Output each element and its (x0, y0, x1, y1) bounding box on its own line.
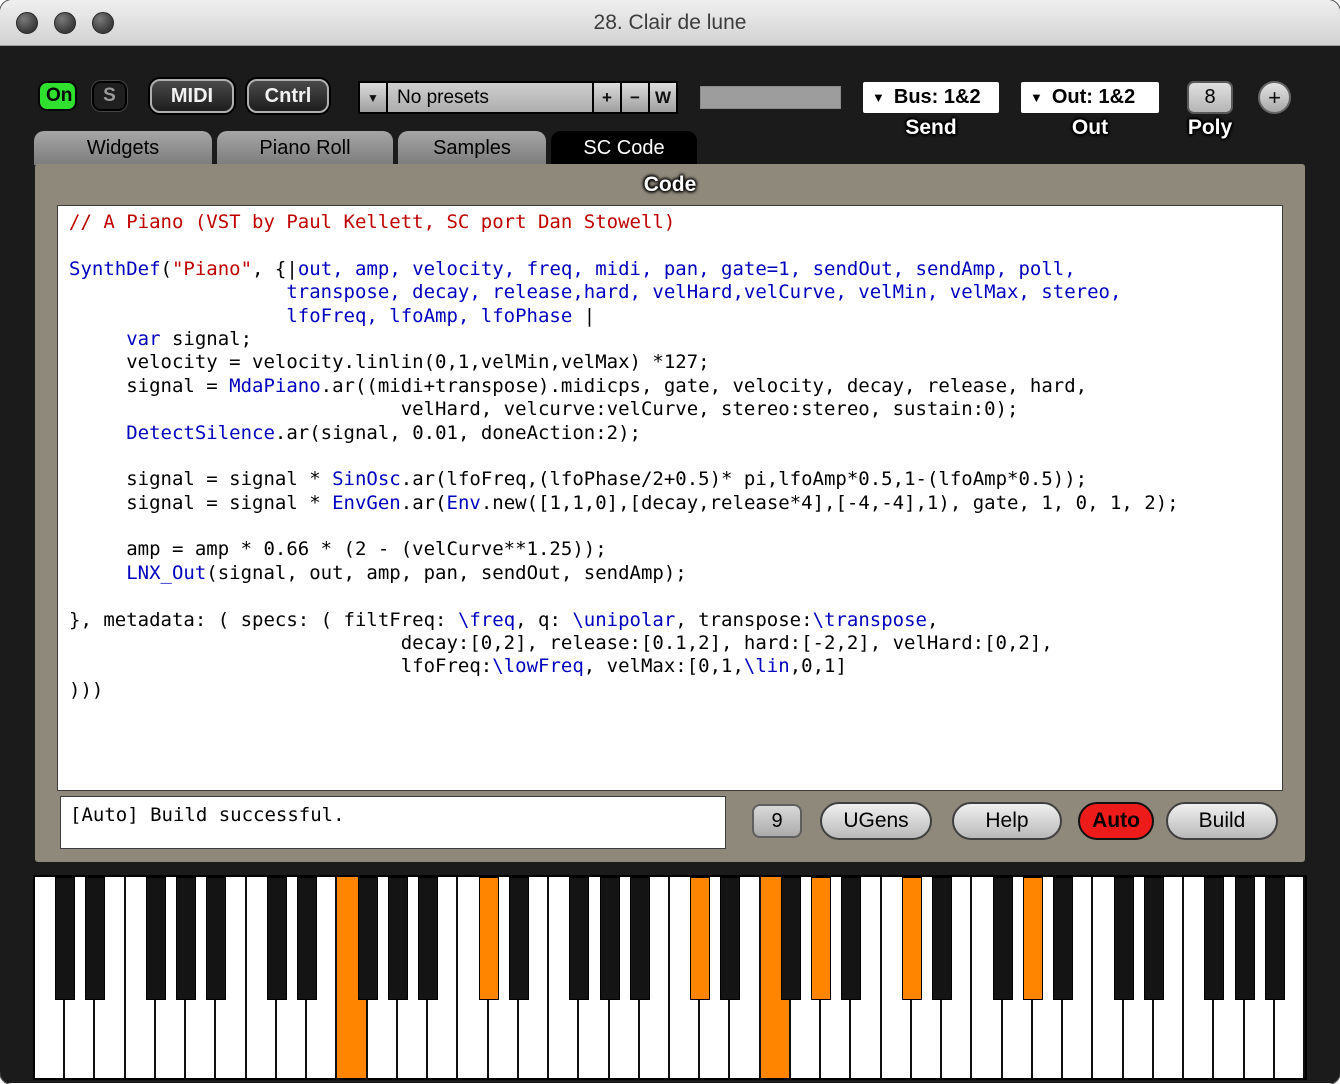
preset-display[interactable]: No presets (388, 83, 592, 112)
black-key-after-white-26[interactable] (841, 877, 861, 1000)
dropdown-arrow-icon: ▼ (872, 90, 885, 105)
ugens-button[interactable]: UGens (820, 802, 932, 840)
code-line: var signal; (69, 328, 1282, 351)
code-line: velHard, velcurve:velCurve, stereo:stere… (69, 398, 1282, 421)
out-select[interactable]: ▼ Out: 1&2 (1020, 81, 1160, 114)
black-key-after-white-3[interactable] (146, 877, 166, 1000)
black-key-after-white-39[interactable] (1235, 877, 1255, 1000)
black-key-after-white-29[interactable] (932, 877, 952, 1000)
code-line: signal = signal * SinOsc.ar(lfoFreq,(lfo… (69, 468, 1282, 491)
solo-button[interactable]: S (92, 81, 127, 111)
code-line: LNX_Out(signal, out, amp, pan, sendOut, … (69, 562, 1282, 585)
black-key-after-white-15[interactable] (509, 877, 529, 1000)
black-key-after-white-24[interactable] (781, 877, 801, 1000)
on-button[interactable]: On (38, 81, 77, 111)
send-label: Send (862, 116, 1000, 140)
out-label: Out (1020, 116, 1160, 140)
black-key-after-white-31[interactable] (993, 877, 1013, 1000)
help-button[interactable]: Help (952, 802, 1062, 840)
tab-samples[interactable]: Samples (397, 130, 547, 165)
tab-piano-roll[interactable]: Piano Roll (216, 130, 394, 165)
history-count-button[interactable]: 9 (752, 804, 802, 838)
code-line (69, 445, 1282, 468)
piano-keyboard[interactable] (33, 875, 1307, 1080)
black-key-after-white-17[interactable] (569, 877, 589, 1000)
code-line: lfoFreq:\lowFreq, velMax:[0,1,\lin,0,1] (69, 655, 1282, 678)
bus-select[interactable]: ▼ Bus: 1&2 (862, 81, 1000, 114)
black-key-after-white-35[interactable] (1114, 877, 1134, 1000)
build-status: [Auto] Build successful. (60, 796, 726, 849)
code-line: }, metadata: ( specs: ( filtFreq: \freq,… (69, 609, 1282, 632)
code-line (69, 515, 1282, 538)
black-key-after-white-8[interactable] (297, 877, 317, 1000)
poly-label: Poly (1168, 116, 1252, 140)
code-line: // A Piano (VST by Paul Kellett, SC port… (69, 211, 1282, 234)
black-key-after-white-14[interactable] (479, 877, 499, 1000)
black-key-after-white-12[interactable] (418, 877, 438, 1000)
black-key-after-white-38[interactable] (1204, 877, 1224, 1000)
code-line: transpose, decay, release,hard, velHard,… (69, 281, 1282, 304)
black-key-after-white-40[interactable] (1265, 877, 1285, 1000)
code-line (69, 234, 1282, 257)
black-key-after-white-21[interactable] (690, 877, 710, 1000)
code-line: velocity = velocity.linlin(0,1,velMin,ve… (69, 351, 1282, 374)
window-title: 28. Clair de lune (0, 0, 1340, 46)
info-display (700, 86, 841, 109)
sc-code-panel: Code // A Piano (VST by Paul Kellett, SC… (35, 164, 1305, 862)
black-key-after-white-28[interactable] (902, 877, 922, 1000)
black-key-after-white-11[interactable] (388, 877, 408, 1000)
code-line: SynthDef("Piano", {|out, amp, velocity, … (69, 258, 1282, 281)
add-instrument-button[interactable]: + (1258, 81, 1291, 114)
bus-value: Bus: 1&2 (894, 86, 981, 109)
code-line: signal = MdaPiano.ar((midi+transpose).mi… (69, 375, 1282, 398)
black-key-after-white-36[interactable] (1144, 877, 1164, 1000)
black-key-after-white-19[interactable] (630, 877, 650, 1000)
black-key-after-white-10[interactable] (358, 877, 378, 1000)
black-key-after-white-4[interactable] (176, 877, 196, 1000)
black-key-after-white-32[interactable] (1023, 877, 1043, 1000)
code-line: DetectSilence.ar(signal, 0.01, doneActio… (69, 422, 1282, 445)
app-window: 28. Clair de lune On S MIDI Cntrl ▼ No p… (0, 0, 1340, 1084)
dropdown-arrow-icon: ▼ (1030, 90, 1043, 105)
code-line: lfoFreq, lfoAmp, lfoPhase | (69, 305, 1282, 328)
dropdown-arrow-icon: ▼ (367, 91, 379, 105)
code-editor[interactable]: // A Piano (VST by Paul Kellett, SC port… (57, 205, 1283, 791)
code-line: ))) (69, 679, 1282, 702)
tab-sc-code[interactable]: SC Code (550, 130, 698, 165)
preset-add-button[interactable]: + (594, 83, 620, 112)
black-key-after-white-25[interactable] (811, 877, 831, 1000)
black-key-after-white-1[interactable] (85, 877, 105, 1000)
code-line (69, 585, 1282, 608)
code-line: decay:[0,2], release:[0.1,2], hard:[-2,2… (69, 632, 1282, 655)
code-line: signal = signal * EnvGen.ar(Env.new([1,1… (69, 492, 1282, 515)
window-titlebar: 28. Clair de lune (0, 0, 1340, 46)
window-body: On S MIDI Cntrl ▼ No presets + − W ▼ Bus… (0, 46, 1340, 1083)
cntrl-button[interactable]: Cntrl (247, 79, 329, 113)
black-key-after-white-22[interactable] (720, 877, 740, 1000)
black-key-after-white-7[interactable] (267, 877, 287, 1000)
black-key-after-white-18[interactable] (600, 877, 620, 1000)
code-line: amp = amp * 0.66 * (2 - (velCurve**1.25)… (69, 538, 1282, 561)
preset-write-button[interactable]: W (650, 83, 676, 112)
preset-control: ▼ No presets + − W (358, 81, 678, 114)
black-key-after-white-0[interactable] (55, 877, 75, 1000)
midi-button[interactable]: MIDI (150, 79, 234, 113)
tab-widgets[interactable]: Widgets (33, 130, 213, 165)
preset-remove-button[interactable]: − (622, 83, 648, 112)
out-value: Out: 1&2 (1052, 86, 1135, 109)
black-key-after-white-5[interactable] (206, 877, 226, 1000)
code-panel-title: Code (35, 173, 1305, 197)
build-button[interactable]: Build (1166, 802, 1278, 840)
poly-value-box[interactable]: 8 (1187, 81, 1233, 114)
preset-menu-button[interactable]: ▼ (360, 83, 386, 112)
auto-button[interactable]: Auto (1078, 802, 1154, 840)
black-key-after-white-33[interactable] (1053, 877, 1073, 1000)
